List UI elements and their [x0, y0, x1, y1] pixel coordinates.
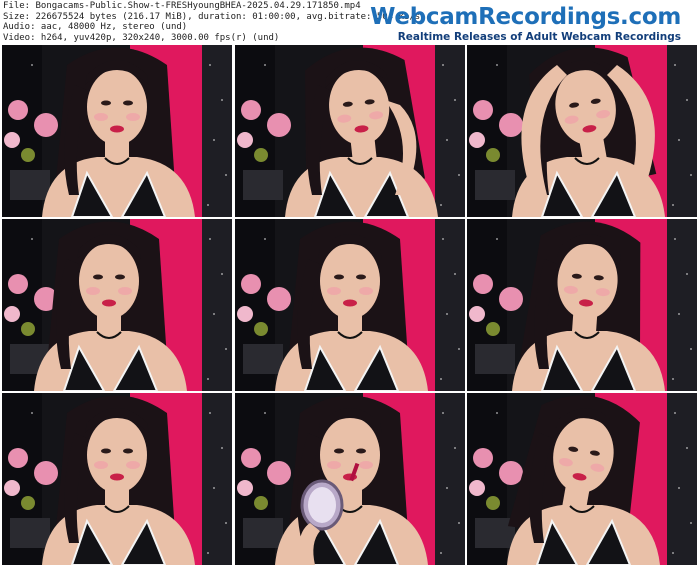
video-frame-thumbnail: [467, 393, 697, 565]
frame-image: [467, 219, 697, 391]
frame-image: [2, 393, 232, 565]
frame-image: [467, 393, 697, 565]
brand-logo: WebcamRecordings.com Realtime Releases o…: [370, 4, 681, 43]
frame-image: [235, 219, 465, 391]
frame-image: [467, 45, 697, 217]
frame-image: [235, 45, 465, 217]
video-frame-thumbnail: [467, 219, 697, 391]
video-frame-thumbnail: [467, 45, 697, 217]
file-info: File: Bongacams-Public.Show-t-FRESHyoung…: [3, 1, 420, 43]
video-frame-thumbnail: [235, 45, 465, 217]
file-size-line: Size: 226675524 bytes (216.17 MiB), dura…: [3, 11, 421, 22]
video-frame-thumbnail: [235, 219, 465, 391]
video-frame-thumbnail: [2, 45, 232, 217]
frame-image: [235, 393, 465, 565]
file-name-line: File: Bongacams-Public.Show-t-FRESHyoung…: [3, 1, 361, 11]
audio-info-line: Audio: aac, 48000 Hz, stereo (und): [3, 22, 188, 32]
brand-name: WebcamRecordings.com: [370, 4, 681, 30]
frame-image: [2, 219, 232, 391]
video-frame-thumbnail: [2, 393, 232, 565]
video-frame-thumbnail: [2, 219, 232, 391]
video-frame-thumbnail: [235, 393, 465, 565]
thumbnail-grid: [0, 42, 700, 569]
frame-image: [2, 45, 232, 217]
